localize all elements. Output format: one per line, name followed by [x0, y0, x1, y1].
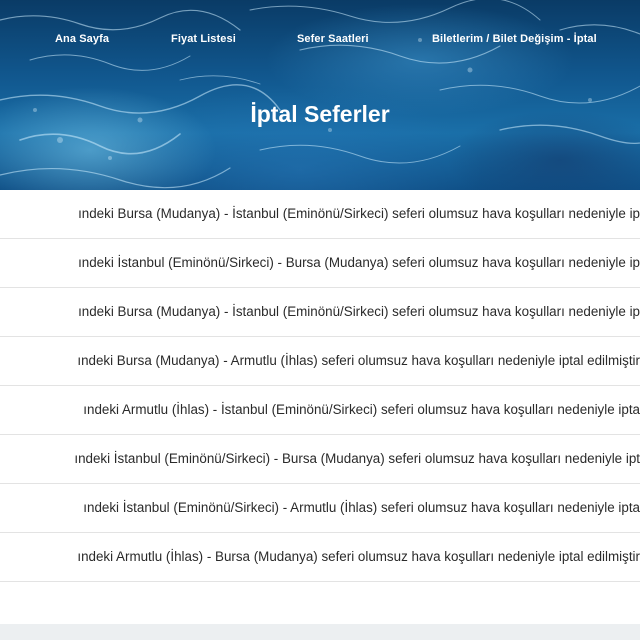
cancellation-text: ındeki İstanbul (Eminönü/Sirkeci) - Burs…: [78, 255, 640, 270]
cancellation-text: ındeki Bursa (Mudanya) - İstanbul (Eminö…: [78, 304, 640, 319]
list-item: ındeki İstanbul (Eminönü/Sirkeci) - Burs…: [0, 435, 640, 484]
cancellation-text: ındeki Bursa (Mudanya) - Armutlu (İhlas)…: [77, 353, 640, 368]
main-nav: Ana Sayfa Fiyat Listesi Sefer Saatleri B…: [0, 33, 640, 47]
nav-link-schedules[interactable]: Sefer Saatleri: [297, 33, 369, 45]
page-title: İptal Seferler: [250, 101, 390, 127]
list-item: ındeki Armutlu (İhlas) - İstanbul (Eminö…: [0, 386, 640, 435]
sea-background-image: [0, 0, 640, 189]
list-item: ındeki İstanbul (Eminönü/Sirkeci) - Burs…: [0, 239, 640, 288]
list-item: ındeki Bursa (Mudanya) - Armutlu (İhlas)…: [0, 337, 640, 386]
list-item: ındeki Bursa (Mudanya) - İstanbul (Eminö…: [0, 288, 640, 337]
cancellation-text: ındeki İstanbul (Eminönü/Sirkeci) - Burs…: [74, 451, 640, 466]
nav-link-price-list[interactable]: Fiyat Listesi: [171, 33, 236, 45]
list-item: ındeki Bursa (Mudanya) - İstanbul (Eminö…: [0, 190, 640, 239]
cancellation-text: ındeki Bursa (Mudanya) - İstanbul (Eminö…: [78, 206, 640, 221]
hero-banner: Ana Sayfa Fiyat Listesi Sefer Saatleri B…: [0, 0, 640, 190]
nav-link-home[interactable]: Ana Sayfa: [55, 33, 109, 45]
cancellation-text: ındeki İstanbul (Eminönü/Sirkeci) - Armu…: [83, 500, 640, 515]
list-item: ındeki İstanbul (Eminönü/Sirkeci) - Armu…: [0, 484, 640, 533]
cancellation-text: ındeki Armutlu (İhlas) - Bursa (Mudanya)…: [77, 549, 640, 564]
cancellation-text: ındeki Armutlu (İhlas) - İstanbul (Eminö…: [83, 402, 640, 417]
cancellations-list: ındeki Bursa (Mudanya) - İstanbul (Eminö…: [0, 190, 640, 624]
list-item: ındeki Armutlu (İhlas) - Bursa (Mudanya)…: [0, 533, 640, 582]
nav-link-my-tickets[interactable]: Biletlerim / Bilet Değişim - İptal: [432, 33, 597, 45]
